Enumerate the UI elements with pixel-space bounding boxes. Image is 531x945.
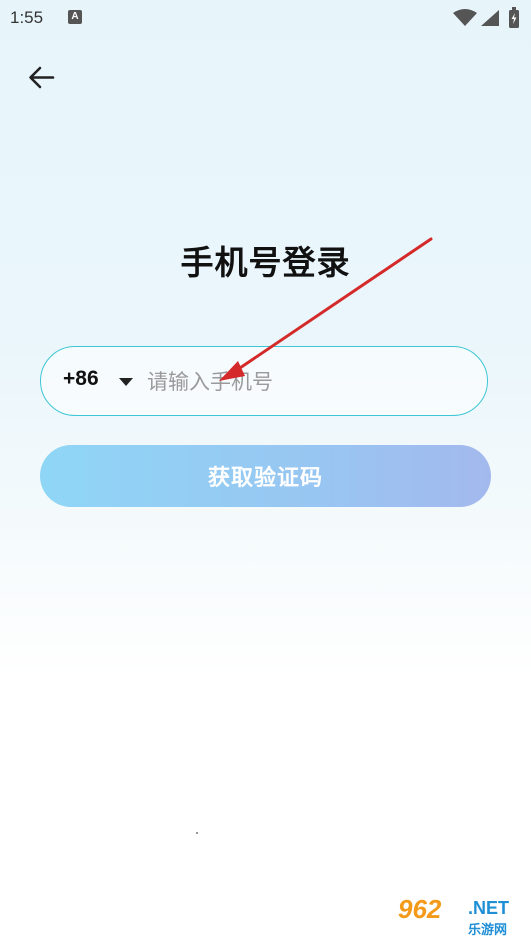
- watermark-logo: 962 .NET 乐游网: [394, 892, 526, 940]
- page-title: 手机号登录: [180, 243, 351, 282]
- back-button[interactable]: [24, 60, 60, 96]
- watermark-site-name: 乐游网: [468, 923, 508, 938]
- status-bar: 1:55 A: [0, 0, 531, 36]
- watermark-number: 962: [398, 894, 442, 924]
- signal-icon: [481, 10, 499, 26]
- battery-icon: [509, 7, 519, 28]
- wifi-icon: [453, 9, 477, 26]
- phone-field[interactable]: +86: [40, 346, 488, 416]
- dropdown-icon[interactable]: [119, 378, 133, 386]
- get-verification-code-button[interactable]: 获取验证码: [40, 445, 491, 507]
- stray-dot: [196, 832, 198, 834]
- status-time: 1:55: [10, 8, 44, 27]
- watermark-suffix: .NET: [468, 898, 510, 918]
- country-code-selector[interactable]: +86: [63, 367, 99, 391]
- phone-input[interactable]: [145, 361, 469, 403]
- back-arrow-icon: [29, 66, 55, 89]
- notification-icon: A: [68, 10, 82, 24]
